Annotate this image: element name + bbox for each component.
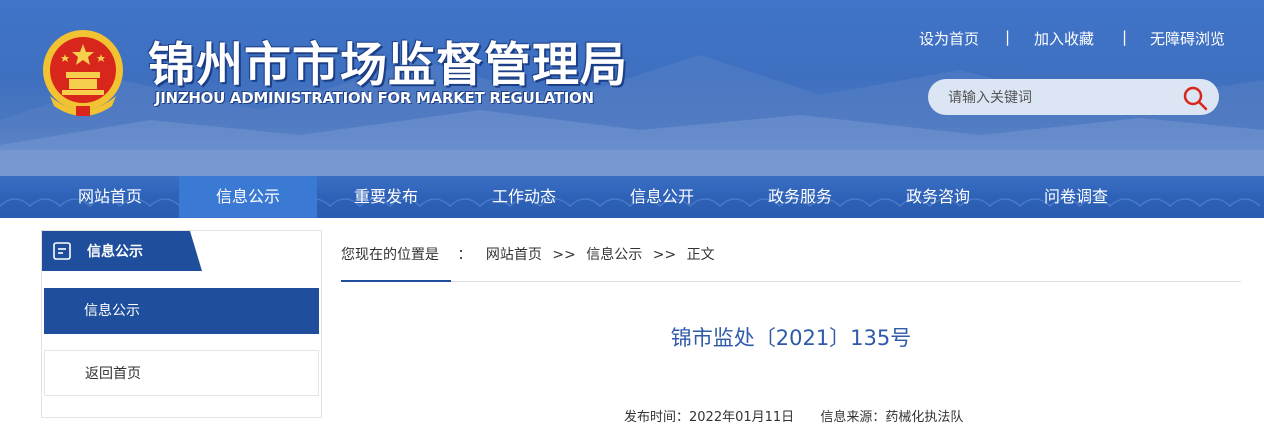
nav-survey[interactable]: 问卷调查 — [1007, 176, 1145, 218]
breadcrumb-home[interactable]: 网站首页 — [486, 247, 542, 263]
national-emblem-icon — [43, 30, 123, 116]
search-icon[interactable] — [1180, 83, 1210, 113]
nav-gov-consult[interactable]: 政务咨询 — [869, 176, 1007, 218]
breadcrumb-accent — [341, 280, 451, 282]
document-icon — [53, 242, 71, 260]
sidebar-heading: 信息公示 — [42, 231, 182, 271]
sidebar-item-back-home[interactable]: 返回首页 — [44, 350, 319, 396]
nav-info-disclosure[interactable]: 信息公开 — [593, 176, 731, 218]
top-link-separator: | — [1005, 28, 1011, 46]
site-header: 锦州市市场监督管理局 JINZHOU ADMINISTRATION FOR MA… — [0, 0, 1264, 176]
sidebar-heading-label: 信息公示 — [87, 244, 143, 260]
search-input[interactable] — [946, 85, 1170, 111]
sidebar-heading-tab — [182, 231, 202, 271]
sidebar: 信息公示 信息公示 返回首页 — [41, 230, 322, 418]
breadcrumb-info-notice[interactable]: 信息公示 — [586, 247, 642, 263]
site-title: 锦州市市场监督管理局 — [148, 38, 628, 93]
source-value: 药械化执法队 — [885, 410, 964, 425]
site-subtitle: JINZHOU ADMINISTRATION FOR MARKET REGULA… — [155, 89, 594, 107]
source-label: 信息来源： — [820, 410, 886, 425]
published-date: 2022年01月11日 — [689, 410, 795, 425]
published-label: 发布时间： — [624, 410, 690, 425]
breadcrumb-separator: >> — [552, 247, 576, 263]
nav-home[interactable]: 网站首页 — [41, 176, 179, 218]
article-title: 锦市监处〔2021〕135号 — [670, 326, 912, 350]
nav-info-notice[interactable]: 信息公示 — [179, 176, 317, 218]
breadcrumb-divider — [341, 281, 1241, 282]
nav-work-news[interactable]: 工作动态 — [455, 176, 593, 218]
breadcrumb: 您现在的位置是 ： 网站首页 >> 信息公示 >> 正文 — [341, 244, 715, 264]
breadcrumb-separator: >> — [652, 247, 677, 263]
nav-important-release[interactable]: 重要发布 — [317, 176, 455, 218]
article-meta: 发布时间：2022年01月11日 信息来源：药械化执法队 — [624, 406, 963, 425]
search-box — [928, 79, 1219, 115]
add-favorites-link[interactable]: 加入收藏 — [1034, 28, 1094, 49]
sidebar-item-info-notice[interactable]: 信息公示 — [44, 288, 319, 334]
breadcrumb-current: 正文 — [686, 247, 715, 263]
main-nav: 网站首页 信息公示 重要发布 工作动态 信息公开 政务服务 政务咨询 问卷调查 — [0, 176, 1264, 218]
set-homepage-link[interactable]: 设为首页 — [919, 28, 979, 49]
breadcrumb-colon: ： — [457, 247, 472, 263]
top-link-separator: | — [1122, 28, 1128, 46]
accessibility-link[interactable]: 无障碍浏览 — [1150, 28, 1225, 49]
breadcrumb-label: 您现在的位置是 — [341, 247, 439, 263]
nav-gov-service[interactable]: 政务服务 — [731, 176, 869, 218]
top-links: 设为首页 | 加入收藏 | 无障碍浏览 — [900, 28, 1240, 50]
